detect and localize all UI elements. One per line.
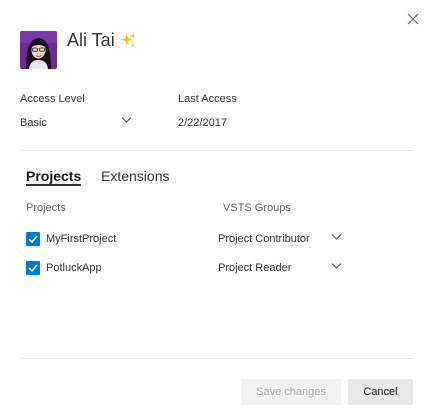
- tab-projects[interactable]: Projects: [26, 168, 81, 184]
- close-icon: [407, 13, 419, 25]
- project-name: MyFirstProject: [46, 233, 117, 245]
- checkmark-icon: [28, 235, 38, 244]
- close-button[interactable]: [406, 12, 420, 26]
- access-level-label: Access Level: [20, 93, 85, 105]
- chevron-down-icon: [331, 263, 342, 269]
- avatar: [20, 31, 57, 69]
- column-header-projects: Projects: [26, 202, 66, 214]
- last-access-value: 2/22/2017: [178, 117, 227, 129]
- divider: [20, 358, 413, 359]
- user-name-heading: Ali Tai: [67, 30, 137, 51]
- chevron-down-icon: [331, 234, 342, 240]
- column-header-vsts-groups: VSTS Groups: [223, 202, 291, 214]
- last-access-label: Last Access: [178, 93, 237, 105]
- divider: [20, 150, 413, 151]
- vsts-group-dropdown[interactable]: Project Reader: [218, 261, 342, 277]
- chevron-down-icon: [121, 117, 132, 123]
- access-level-dropdown[interactable]: Basic: [20, 111, 132, 131]
- vsts-group-value: Project Reader: [218, 262, 292, 274]
- save-changes-button[interactable]: Save changes: [241, 379, 341, 405]
- active-tab-underline: [26, 184, 81, 186]
- cancel-button[interactable]: Cancel: [348, 379, 413, 405]
- table-row: PotluckApp Project Reader: [26, 261, 346, 279]
- sparkle-icon: [120, 32, 136, 48]
- user-name: Ali Tai: [67, 30, 115, 50]
- tab-extensions[interactable]: Extensions: [101, 168, 169, 184]
- project-checkbox[interactable]: [26, 232, 40, 246]
- checkmark-icon: [28, 264, 38, 273]
- vsts-group-dropdown[interactable]: Project Contributor: [218, 232, 342, 248]
- access-level-value: Basic: [20, 117, 47, 129]
- project-name: PotluckApp: [46, 262, 102, 274]
- table-row: MyFirstProject Project Contributor: [26, 232, 346, 250]
- vsts-group-value: Project Contributor: [218, 233, 310, 245]
- project-checkbox[interactable]: [26, 261, 40, 275]
